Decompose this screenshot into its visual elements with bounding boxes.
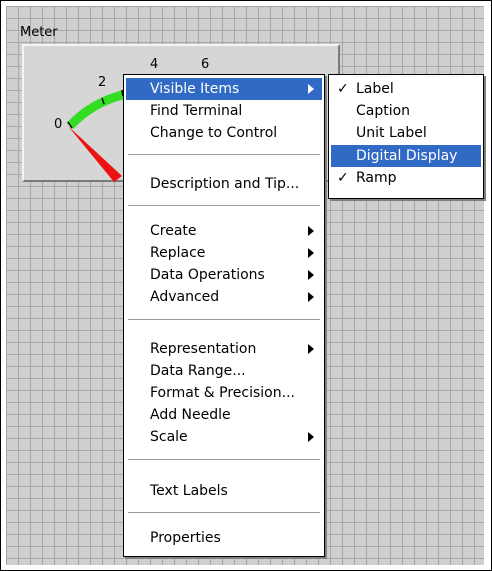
menu-item-text-labels[interactable]: Text Labels: [126, 480, 322, 502]
submenu-item-text: Unit Label: [356, 125, 427, 141]
menu-item-label: Data Range...: [150, 363, 246, 379]
menu-item-visible-items[interactable]: Visible Items: [126, 78, 322, 100]
menu-item-label: Data Operations: [150, 267, 265, 283]
menu-separator: [128, 319, 320, 321]
menu-separator: [128, 459, 320, 461]
menu-item-label: Advanced: [150, 289, 220, 305]
meter-ramp-green: [66, 89, 128, 130]
submenu-item-text: Caption: [356, 103, 411, 119]
menu-item-change-to-control[interactable]: Change to Control: [126, 122, 322, 144]
submenu-arrow-icon: [308, 344, 314, 354]
menu-item-label: Representation: [150, 341, 257, 357]
menu-separator: [128, 205, 320, 207]
meter-scale-0: 0: [54, 117, 63, 132]
menu-item-label: Create: [150, 223, 197, 239]
submenu-arrow-icon: [308, 248, 314, 258]
submenu-arrow-icon: [308, 226, 314, 236]
meter-scale-4: 4: [150, 57, 159, 72]
menu-item-label: Scale: [150, 429, 188, 445]
submenu-arrow-icon: [308, 270, 314, 280]
checkmark-icon: ✓: [337, 170, 349, 186]
submenu-item-caption[interactable]: Caption: [331, 100, 481, 122]
checkmark-icon: ✓: [337, 81, 349, 97]
submenu-item-digital-display[interactable]: Digital Display: [331, 145, 481, 167]
menu-item-scale[interactable]: Scale: [126, 426, 322, 448]
menu-item-representation[interactable]: Representation: [126, 338, 322, 360]
menu-item-label: Visible Items: [150, 81, 240, 97]
menu-item-replace[interactable]: Replace: [126, 242, 322, 264]
submenu-arrow-icon: [308, 84, 314, 94]
visible-items-submenu: ✓ Label Caption Unit Label Digital Displ…: [328, 74, 484, 199]
menu-item-find-terminal[interactable]: Find Terminal: [126, 100, 322, 122]
submenu-item-text: Label: [356, 81, 394, 97]
submenu-arrow-icon: [308, 292, 314, 302]
menu-item-label: Find Terminal: [150, 103, 243, 119]
menu-item-properties[interactable]: Properties: [126, 527, 322, 549]
meter-dial: [66, 89, 128, 182]
menu-item-label: Text Labels: [150, 483, 228, 499]
menu-item-format-precision[interactable]: Format & Precision...: [126, 382, 322, 404]
submenu-item-label[interactable]: ✓ Label: [331, 78, 481, 100]
menu-item-label: Format & Precision...: [150, 385, 295, 401]
menu-item-label: Description and Tip...: [150, 176, 300, 192]
menu-item-data-operations[interactable]: Data Operations: [126, 264, 322, 286]
submenu-item-text: Digital Display: [356, 148, 458, 164]
submenu-item-unit-label[interactable]: Unit Label: [331, 122, 481, 144]
menu-item-create[interactable]: Create: [126, 220, 322, 242]
menu-item-advanced[interactable]: Advanced: [126, 286, 322, 308]
submenu-item-text: Ramp: [356, 170, 397, 186]
menu-item-data-range[interactable]: Data Range...: [126, 360, 322, 382]
meter-scale-2: 2: [98, 75, 107, 90]
menu-separator: [128, 512, 320, 514]
menu-item-label: Properties: [150, 530, 221, 546]
menu-item-label: Change to Control: [150, 125, 278, 141]
meter-scale-6: 6: [201, 57, 210, 72]
submenu-item-ramp[interactable]: ✓ Ramp: [331, 167, 481, 189]
menu-item-label: Replace: [150, 245, 206, 261]
menu-item-add-needle[interactable]: Add Needle: [126, 404, 322, 426]
menu-separator: [128, 154, 320, 156]
meter-needle: [68, 126, 122, 182]
submenu-arrow-icon: [308, 432, 314, 442]
menu-item-description-and-tip[interactable]: Description and Tip...: [126, 173, 322, 195]
context-menu: Visible Items Find Terminal Change to Co…: [123, 74, 325, 557]
meter-label[interactable]: Meter: [20, 25, 58, 41]
menu-item-label: Add Needle: [150, 407, 231, 423]
